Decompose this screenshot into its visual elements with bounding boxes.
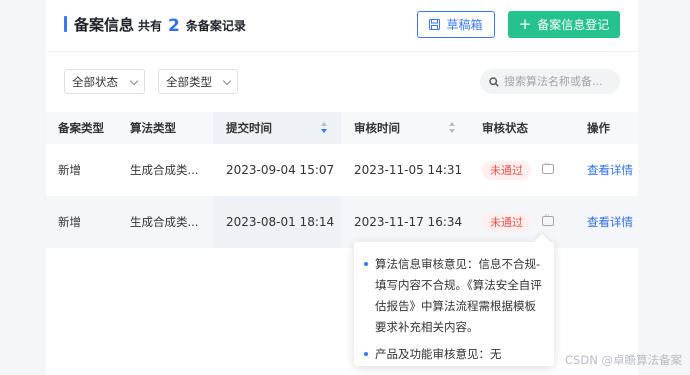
record-count: 共有 2 条备案记录 [138,15,246,36]
search-icon [489,76,499,87]
product-review-comment: 产品及功能审核意见：无 [364,344,544,365]
submit-time-cell: 2023-08-01 18:14 [226,215,335,229]
col-submit-time[interactable]: 提交时间 [226,112,272,144]
search-input[interactable] [504,75,614,88]
view-details-link[interactable]: 查看详情 [587,144,633,196]
filing-type-cell: 新增 [58,215,81,229]
review-time-cell: 2023-11-05 14:31 [354,163,463,177]
algo-type-cell: 生成合成类... [130,215,199,229]
register-filing-label: 备案信息登记 [537,18,610,32]
review-comment-tooltip: 算法信息审核意见：信息不合规-填写内容不合规。《算法安全自评估报告》中算法流程需… [354,242,554,366]
count-value: 2 [168,16,180,36]
save-icon [429,19,441,30]
comment-icon[interactable] [542,159,554,174]
status-badge: 未通过 [482,213,531,232]
sort-icon[interactable] [449,122,455,133]
col-review-status: 审核状态 [482,121,528,135]
page-title: 备案信息 [74,16,135,34]
algo-type-cell: 生成合成类... [130,163,199,177]
status-filter-select[interactable]: 全部状态 [64,69,145,94]
chevron-down-icon [222,76,232,86]
header-divider [46,51,638,52]
status-badge: 未通过 [482,161,531,180]
sort-icon[interactable] [321,122,327,133]
count-suffix: 条备案记录 [185,19,246,33]
col-actions: 操作 [587,121,610,135]
title-accent-bar [64,16,67,32]
count-prefix: 共有 [138,19,163,33]
review-time-cell: 2023-11-17 16:34 [354,215,463,229]
status-filter-value: 全部状态 [72,74,118,89]
comment-icon[interactable] [542,211,554,226]
register-filing-button[interactable]: + 备案信息登记 [508,11,620,38]
search-box[interactable] [480,69,620,94]
view-details-link[interactable]: 查看详情 [587,196,633,248]
table-row: 新增 生成合成类... 2023-09-04 15:07 2023-11-05 … [46,144,638,196]
col-algo-type: 算法类型 [130,121,176,135]
watermark: CSDN @卓瞻算法备案 [565,353,682,367]
algo-review-comment: 算法信息审核意见：信息不合规-填写内容不合规。《算法安全自评估报告》中算法流程需… [364,254,544,338]
col-review-time[interactable]: 审核时间 [354,112,400,144]
type-filter-select[interactable]: 全部类型 [158,69,238,94]
col-filing-type: 备案类型 [58,121,104,135]
chevron-down-icon [129,76,139,86]
plus-icon: + [518,15,532,33]
table-header: 备案类型 算法类型 提交时间 审核时间 审核状态 操作 [46,112,638,144]
type-filter-value: 全部类型 [166,74,212,89]
draft-box-button[interactable]: 草稿箱 [417,11,495,38]
filing-type-cell: 新增 [58,163,81,177]
submit-time-cell: 2023-09-04 15:07 [226,163,335,177]
draft-box-label: 草稿箱 [446,18,483,32]
